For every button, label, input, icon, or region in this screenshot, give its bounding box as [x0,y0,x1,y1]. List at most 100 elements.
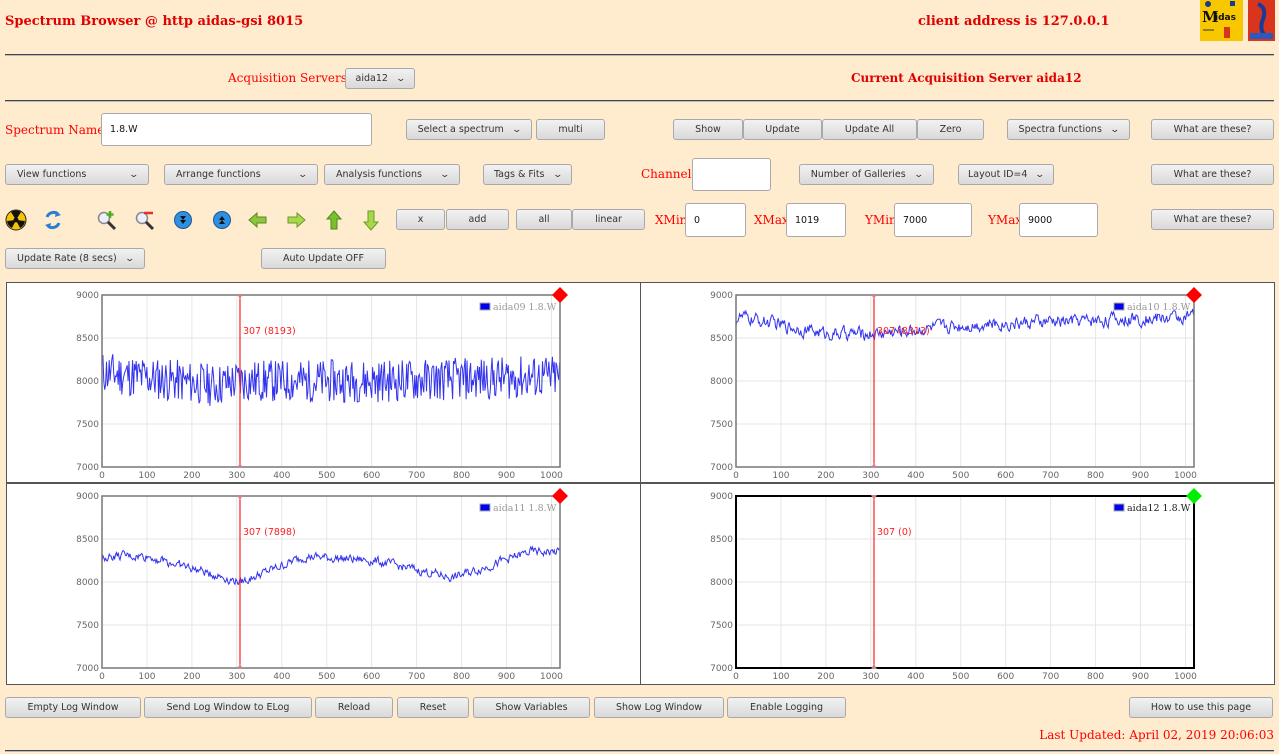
y-tick-label: 7000 [76,664,99,674]
x-tick-label: 200 [183,672,200,682]
spectrum-panel-1[interactable]: 0 100 200 300 400 500 600 700 800 900 1000 7000 7500… [6,282,641,483]
zoom-in-icon[interactable] [96,209,118,231]
y-tick-label: 7500 [76,420,99,430]
y-tick-label: 8000 [710,377,733,387]
legend-swatch [1113,302,1125,311]
empty-log-window-button[interactable]: Empty Log Window [5,697,141,718]
arrow-down-icon[interactable] [360,209,382,231]
channel-input[interactable] [692,158,771,191]
arrow-left-icon[interactable] [247,209,269,231]
x-tick-label: 300 [228,471,245,481]
help-button-row3[interactable]: What are these? [1151,209,1274,230]
last-updated: Last Updated: April 02, 2019 20:06:03 [1039,728,1274,742]
x-tick-label: 800 [453,672,470,682]
number-of-galleries-label: Number of Galleries [810,169,906,180]
view-functions-dropdown[interactable]: View functions ⌄ [5,164,149,185]
divider [5,54,1274,56]
spectrum-panel-2[interactable]: 0 100 200 300 400 500 600 700 800 900 1000 7000 7500… [640,282,1275,483]
auto-update-button[interactable]: Auto Update OFF [261,248,386,269]
midas-logo: M idas [1200,0,1243,41]
x-tick-label: 300 [228,672,245,682]
x-tick-label: 0 [99,471,105,481]
legend-label: aida10 1.8.W [1127,302,1191,313]
legend-swatch [1113,503,1125,512]
scroll-up-icon[interactable] [211,209,233,231]
show-button[interactable]: Show [673,119,743,140]
number-of-galleries-dropdown[interactable]: Number of Galleries ⌄ [799,164,934,185]
zoom-out-icon[interactable] [134,209,156,231]
spectrum-panel-3[interactable]: 0 100 200 300 400 500 600 700 800 900 1000 7000 7500… [6,483,641,685]
help-button-row1[interactable]: What are these? [1151,119,1274,140]
refresh-icon[interactable] [42,209,64,231]
spectrum-chart-aida12[interactable]: 0 100 200 300 400 500 600 700 800 900 1000 7000 7500… [641,484,1276,686]
spectrum-name-input[interactable] [101,113,372,146]
linear-button[interactable]: linear [572,209,645,230]
y-tick-label: 8500 [710,535,733,545]
enable-logging-button[interactable]: Enable Logging [727,697,846,718]
spectrum-chart-aida09[interactable]: 0 100 200 300 400 500 600 700 800 900 1000 7000 7500… [7,283,642,484]
add-button[interactable]: add [446,209,509,230]
arrow-up-icon[interactable] [323,209,345,231]
show-variables-button[interactable]: Show Variables [473,697,590,718]
acquisition-servers-label: Acquisition Servers [228,71,347,85]
x-tick-label: 500 [318,471,335,481]
y-tick-label: 9000 [710,291,733,301]
x-tick-label: 600 [363,471,380,481]
send-log-to-elog-button[interactable]: Send Log Window to ELog [144,697,312,718]
x-tick-label: 800 [1087,471,1104,481]
multi-button[interactable]: multi [536,119,605,140]
x-tick-label: 700 [1042,672,1059,682]
x-tick-label: 100 [138,471,155,481]
chevron-down-icon: ⌄ [395,73,406,84]
legend-label: aida11 1.8.W [493,503,557,514]
x-tick-label: 0 [733,471,739,481]
update-rate-label: Update Rate (8 secs) [17,253,117,264]
xmax-label: XMax [754,213,789,227]
y-tick-label: 8500 [710,334,733,344]
ymin-label: YMin [865,213,897,227]
update-all-button[interactable]: Update All [822,119,917,140]
radiation-icon[interactable] [5,209,27,231]
reset-button[interactable]: Reset [397,697,469,718]
y-tick-label: 8000 [76,578,99,588]
spectrum-panel-4[interactable]: 0 100 200 300 400 500 600 700 800 900 1000 7000 7500… [640,483,1275,685]
svg-text:idas: idas [1215,13,1236,23]
cursor-label: 307 (8193) [243,326,296,337]
xmax-input[interactable] [786,203,846,237]
y-tick-label: 7500 [710,420,733,430]
x-button[interactable]: x [396,209,445,230]
help-button-row2[interactable]: What are these? [1151,164,1274,185]
spectrum-chart-aida11[interactable]: 0 100 200 300 400 500 600 700 800 900 1000 7000 7500… [7,484,642,686]
x-tick-label: 600 [997,672,1014,682]
all-button[interactable]: all [516,209,572,230]
cursor-label: 307 (0) [877,527,912,538]
scroll-down-icon[interactable] [172,209,194,231]
x-tick-label: 900 [1132,471,1149,481]
x-tick-label: 500 [952,672,969,682]
analysis-functions-dropdown[interactable]: Analysis functions ⌄ [324,164,460,185]
y-tick-label: 9000 [710,492,733,502]
spectra-functions-dropdown[interactable]: Spectra functions ⌄ [1007,119,1130,140]
y-tick-label: 7000 [710,664,733,674]
how-to-use-button[interactable]: How to use this page [1129,697,1273,718]
acquisition-server-select[interactable]: aida12 ⌄ [345,68,415,89]
x-tick-label: 200 [183,471,200,481]
reload-button[interactable]: Reload [315,697,393,718]
select-spectrum-dropdown[interactable]: Select a spectrum ⌄ [406,119,532,140]
y-tick-label: 7000 [710,463,733,473]
x-tick-label: 100 [138,672,155,682]
arrange-functions-label: Arrange functions [176,169,261,180]
update-rate-dropdown[interactable]: Update Rate (8 secs) ⌄ [5,248,145,269]
ymax-input[interactable] [1019,203,1098,237]
tags-fits-dropdown[interactable]: Tags & Fits ⌄ [483,164,572,185]
zero-button[interactable]: Zero [917,119,984,140]
ymin-input[interactable] [894,203,972,237]
layout-dropdown[interactable]: Layout ID=4 ⌄ [958,164,1054,185]
chevron-down-icon: ⌄ [1109,124,1120,135]
show-log-window-button[interactable]: Show Log Window [594,697,724,718]
arrange-functions-dropdown[interactable]: Arrange functions ⌄ [164,164,318,185]
xmin-input[interactable] [685,203,746,237]
spectrum-chart-aida10[interactable]: 0 100 200 300 400 500 600 700 800 900 1000 7000 7500… [641,283,1276,484]
update-button[interactable]: Update [743,119,822,140]
arrow-right-icon[interactable] [285,209,307,231]
